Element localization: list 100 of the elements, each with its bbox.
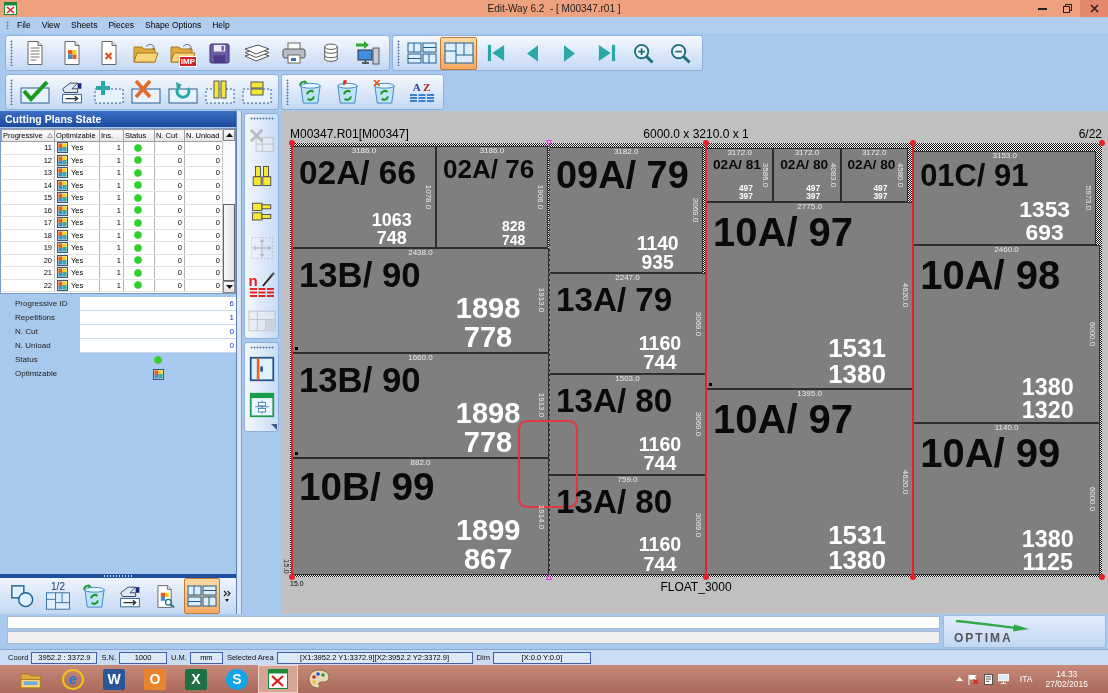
cut-line[interactable] <box>289 140 295 581</box>
top-dimension-label: 3182.0 <box>613 147 639 156</box>
optimizable-icon <box>57 142 68 154</box>
menu-item[interactable]: Pieces <box>103 18 139 32</box>
import-button[interactable]: IMP <box>164 36 201 70</box>
grip-handle[interactable] <box>249 117 274 120</box>
menu-item[interactable]: Shape Options <box>139 18 207 32</box>
toolbar-button[interactable]: n <box>245 266 278 302</box>
top-dimension-label: 2247.0 <box>615 274 640 283</box>
close-icon <box>1089 4 1099 13</box>
property-field[interactable]: 0 <box>80 325 236 339</box>
optimizable-icon <box>57 204 68 216</box>
guide-line[interactable] <box>546 140 552 581</box>
layout-grid-icon <box>247 308 276 332</box>
grip-handle[interactable] <box>10 79 13 105</box>
optimizable-icon <box>57 242 68 254</box>
property-label: Status <box>14 355 39 365</box>
piece-code: 09A/ 79 <box>555 156 689 195</box>
stripes-icon <box>249 287 274 297</box>
cut-line[interactable] <box>703 140 709 581</box>
grip-handle[interactable] <box>397 40 400 66</box>
window-title: Edit-Way 6.2 - [ M00347.r01 ] <box>487 2 621 15</box>
optimizable-icon <box>57 279 68 291</box>
property-label: Progressive ID <box>14 299 69 309</box>
computer-arrow-icon <box>354 40 381 66</box>
piece-width-value: 497 <box>738 184 753 193</box>
skip-first-icon <box>486 44 505 62</box>
grip-handle[interactable] <box>249 346 274 349</box>
menu-item[interactable]: Help <box>207 18 235 32</box>
property-field[interactable]: 1 <box>80 311 236 325</box>
scroll-down-button[interactable] <box>223 281 235 293</box>
sort-button[interactable]: A Z <box>403 75 440 109</box>
grip-handle[interactable] <box>6 21 9 29</box>
piece-code: 13A/ 80 <box>555 384 673 418</box>
monitor-icon <box>997 674 1009 684</box>
property-label: Optimizable <box>14 369 59 379</box>
side-dimension-label: 1914.0 <box>537 504 545 529</box>
palette-icon <box>308 669 330 689</box>
top-dimension-label: 1395.0 <box>797 389 822 398</box>
material-label: FLOAT_3000 <box>660 580 732 595</box>
toolbar-button[interactable]: 1/2 <box>40 578 76 614</box>
scrollbar-thumb[interactable] <box>223 204 235 281</box>
piece-width-value: 1898 <box>455 293 521 323</box>
delete-box-icon <box>129 79 162 105</box>
piece-width-value: 1531 <box>828 522 886 549</box>
grip-handle[interactable] <box>10 40 13 66</box>
clock-time: 14.33 <box>1056 669 1078 679</box>
optimizable-icon <box>57 229 68 241</box>
menu-item[interactable]: Sheets <box>66 18 103 32</box>
piece-code: 02A/ 66 <box>298 156 416 190</box>
menu-item[interactable]: File <box>12 18 36 32</box>
square-circle-icon <box>10 584 34 608</box>
piece-width-value: 1160 <box>638 535 682 555</box>
grid-layout-icon <box>406 42 437 64</box>
top-dimension-label: 2460.0 <box>994 245 1019 254</box>
piece-height-value: 744 <box>643 353 677 373</box>
side-dimension-label: 4620.0 <box>901 469 910 495</box>
scroll-up-button[interactable] <box>223 129 235 141</box>
grip-handle[interactable] <box>286 79 289 105</box>
corner-dot-icon <box>1099 140 1105 146</box>
previous-icon <box>527 44 538 62</box>
skip-last-icon <box>597 44 616 62</box>
side-dimension-label: 3069.0 <box>694 311 702 336</box>
caret-down-icon <box>225 285 233 289</box>
property-label: Repetitions <box>14 313 57 323</box>
piece-width-value: 497 <box>806 184 821 193</box>
taskbar-button[interactable]: X <box>176 665 216 693</box>
top-dimension-label: 759.0 <box>617 475 638 484</box>
printer-icon <box>281 42 306 64</box>
side-dimension-label: 3069.0 <box>691 197 700 223</box>
corner-dot-icon <box>1099 574 1105 581</box>
property-label: N. Unload <box>14 341 52 351</box>
splitter[interactable] <box>0 574 236 578</box>
panel-layout-icon <box>443 42 474 64</box>
recycle-bin-icon <box>81 583 107 609</box>
property-field[interactable]: 0 <box>80 339 236 353</box>
taskbar-button[interactable] <box>258 665 298 693</box>
piece-width-value: 497 <box>873 184 888 193</box>
recycle-bin-icon <box>335 79 360 105</box>
side-dimension-label: 4620.0 <box>901 283 910 308</box>
taskbar-button[interactable]: W <box>94 665 134 693</box>
overflow-chevron-icon <box>223 590 231 602</box>
property-field[interactable]: 6 <box>80 297 236 311</box>
piece-width-value: 1160 <box>638 434 682 455</box>
panel-layout-icon <box>45 592 71 610</box>
cut-line[interactable] <box>910 140 917 581</box>
piece-height-value: 935 <box>641 253 674 273</box>
add-box-icon <box>92 79 125 105</box>
piece-width-value: 1380 <box>1021 527 1074 552</box>
optimizable-icon <box>57 267 68 279</box>
rotate-box-icon <box>166 79 199 105</box>
menu-item[interactable]: View <box>36 18 65 32</box>
piece-height-value: 693 <box>1025 220 1064 244</box>
move-arrows-icon <box>248 235 275 261</box>
network-window-icon <box>248 392 275 418</box>
grid-layout-icon <box>187 585 217 607</box>
close-button[interactable] <box>1080 0 1108 17</box>
optimizable-icon <box>57 167 68 179</box>
zoom-in-icon <box>633 42 654 64</box>
top-dimension-label: 2775.0 <box>797 202 822 211</box>
